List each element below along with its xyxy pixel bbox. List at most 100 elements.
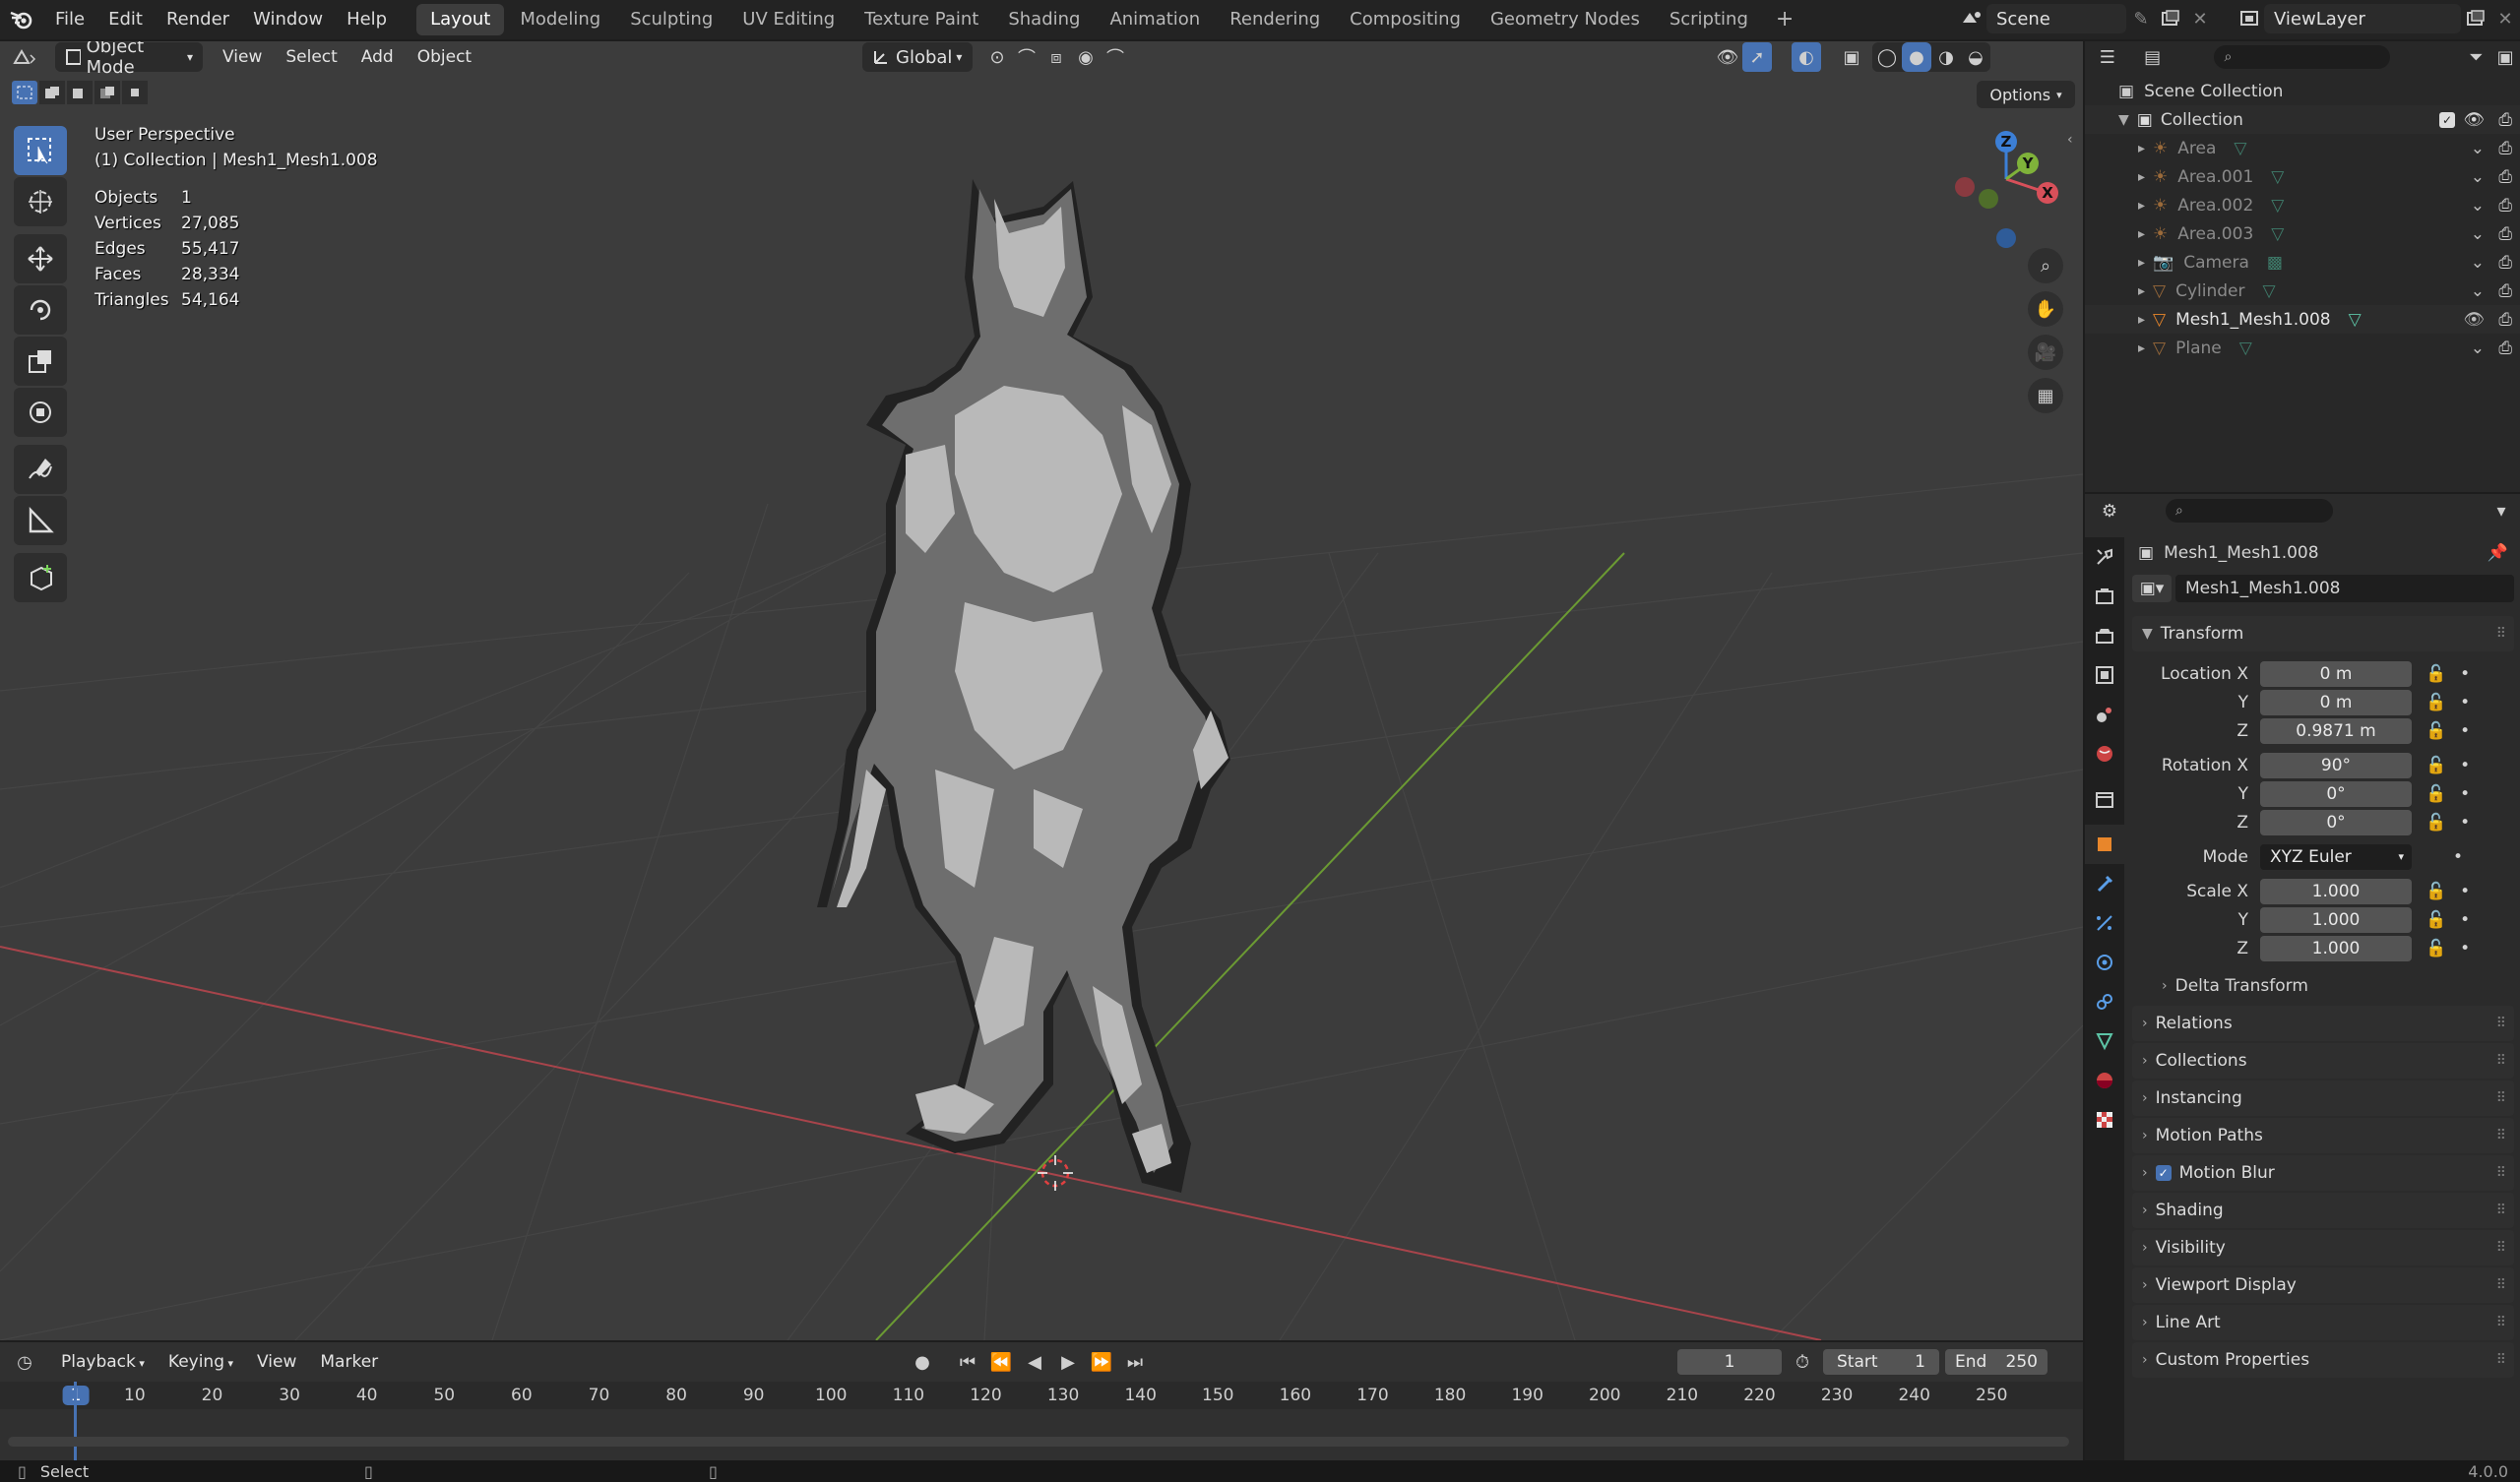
new-view-layer-icon[interactable] <box>2461 4 2490 33</box>
motion-blur-checkbox[interactable]: ✓ <box>2155 1165 2172 1181</box>
preview-range-icon[interactable]: ⏱ <box>1788 1347 1817 1377</box>
physics-tab-icon[interactable] <box>2085 943 2124 982</box>
viewport-menu-select[interactable]: Select <box>274 47 348 67</box>
object-data-icon[interactable]: ▽ <box>2271 196 2284 216</box>
delete-scene-icon[interactable]: ✕ <box>2185 4 2215 33</box>
tab-compositing[interactable]: Compositing <box>1336 4 1475 35</box>
mode-selector[interactable]: Object Mode ▾ <box>55 41 203 78</box>
expand-arrow-icon[interactable]: ▸ <box>2138 283 2145 299</box>
outliner-editor-type-icon[interactable]: ☰ <box>2085 42 2130 72</box>
play-reverse-icon[interactable]: ◀ <box>1020 1347 1049 1377</box>
next-keyframe-icon[interactable]: ⏩ <box>1087 1347 1116 1377</box>
object-data-icon[interactable]: ▽ <box>2239 339 2252 358</box>
current-frame-field[interactable]: 1 <box>1677 1349 1782 1375</box>
select-subtract-icon[interactable] <box>67 81 93 104</box>
expand-arrow-icon[interactable]: ▸ <box>2138 169 2145 185</box>
properties-search-input[interactable]: ⌕ <box>2166 499 2333 523</box>
drag-grip-icon[interactable]: ⠿ <box>2496 1128 2506 1143</box>
lock-location-z-icon[interactable]: 🔓 <box>2426 721 2446 741</box>
properties-editor-type-icon[interactable]: ⚙ <box>2085 496 2134 525</box>
menu-edit[interactable]: Edit <box>96 0 155 39</box>
play-icon[interactable]: ▶ <box>1053 1347 1083 1377</box>
keyframe-location-y-icon[interactable]: • <box>2460 693 2470 712</box>
drag-grip-icon[interactable]: ⠿ <box>2496 1016 2506 1031</box>
visibility-icon[interactable]: ⌄ <box>2471 196 2485 216</box>
add-workspace-button[interactable]: + <box>1762 4 1807 35</box>
outliner-item[interactable]: ▸ ▽ Plane ▽ ⌄ ⎙ <box>2085 334 2520 362</box>
object-data-icon[interactable]: ▩ <box>2267 253 2283 273</box>
measure-tool[interactable] <box>14 496 67 545</box>
collection-visibility-icon[interactable]: 👁 <box>2463 110 2485 130</box>
lock-scale-x-icon[interactable]: 🔓 <box>2426 882 2446 901</box>
navigation-gizmo[interactable]: Z Y X <box>1939 122 2067 250</box>
location-z-field[interactable]: 0.9871 m <box>2260 717 2412 744</box>
panel-custom-properties[interactable]: › Custom Properties ⠿ <box>2132 1342 2514 1378</box>
keyframe-location-x-icon[interactable]: • <box>2460 664 2470 684</box>
expand-arrow-icon[interactable]: ▸ <box>2138 340 2145 356</box>
visibility-icon[interactable]: ⌄ <box>2471 224 2485 244</box>
add-cube-tool[interactable] <box>14 553 67 602</box>
keyframe-rotation-z-icon[interactable]: • <box>2460 813 2470 833</box>
tab-texture-paint[interactable]: Texture Paint <box>850 4 992 35</box>
outliner-item[interactable]: ▸ ☀ Area.003 ▽ ⌄ ⎙ <box>2085 219 2520 248</box>
display-mode-icon[interactable]: ▤ <box>2130 42 2175 72</box>
viewport-menu-view[interactable]: View <box>211 47 274 67</box>
select-extend-icon[interactable] <box>39 81 65 104</box>
keyframe-scale-z-icon[interactable]: • <box>2460 939 2470 958</box>
orientation-selector[interactable]: Global ▾ <box>862 42 973 72</box>
output-tab-icon[interactable] <box>2085 616 2124 655</box>
tab-rendering[interactable]: Rendering <box>1216 4 1334 35</box>
rotation-mode-dropdown[interactable]: XYZ Euler ▾ <box>2260 843 2412 870</box>
tool-tab-icon[interactable] <box>2085 537 2124 577</box>
render-camera-icon[interactable]: ⎙ <box>2498 253 2512 273</box>
pin-properties-icon[interactable]: 📌 <box>2488 543 2508 563</box>
timeline-menu-view[interactable]: View <box>245 1352 308 1372</box>
keyframe-rotation-y-icon[interactable]: • <box>2460 784 2470 804</box>
collection-expand-icon[interactable]: ▼ <box>2118 112 2129 128</box>
render-camera-icon[interactable]: ⎙ <box>2498 167 2512 187</box>
particles-tab-icon[interactable] <box>2085 903 2124 943</box>
view-layer-selector[interactable]: ViewLayer <box>2264 4 2461 33</box>
collection-checkbox[interactable]: ✓ <box>2439 111 2455 128</box>
options-dropdown[interactable]: Options ▾ <box>1977 81 2075 108</box>
material-shading-icon[interactable]: ◑ <box>1931 42 1961 72</box>
pivot-point-icon[interactable]: ⊙ <box>982 42 1012 72</box>
snap-target-icon[interactable]: ⧈ <box>1041 42 1071 72</box>
blender-logo-icon[interactable] <box>0 5 43 34</box>
material-tab-icon[interactable] <box>2085 1061 2124 1100</box>
rotation-y-field[interactable]: 0° <box>2260 780 2412 807</box>
lock-scale-y-icon[interactable]: 🔓 <box>2426 910 2446 930</box>
lock-rotation-z-icon[interactable]: 🔓 <box>2426 813 2446 833</box>
object-type-dropdown[interactable]: ▣▾ <box>2132 575 2172 602</box>
view-layer-tab-icon[interactable] <box>2085 655 2124 695</box>
render-camera-icon[interactable]: ⎙ <box>2498 224 2512 244</box>
panel-instancing[interactable]: › Instancing ⠿ <box>2132 1081 2514 1116</box>
drag-grip-icon[interactable]: ⠿ <box>2496 1090 2506 1106</box>
modifier-tab-icon[interactable] <box>2085 864 2124 903</box>
end-frame-field[interactable]: End 250 <box>1945 1349 2048 1375</box>
snap-icon[interactable]: ⌒ <box>1012 42 1041 72</box>
drag-grip-icon[interactable]: ⠿ <box>2496 1203 2506 1218</box>
gizmo-toggle-icon[interactable]: ➚ <box>1742 42 1772 72</box>
start-frame-field[interactable]: Start 1 <box>1823 1349 1939 1375</box>
expand-arrow-icon[interactable]: ▸ <box>2138 312 2145 328</box>
new-scene-icon[interactable] <box>2156 4 2185 33</box>
delete-view-layer-icon[interactable]: ✕ <box>2490 4 2520 33</box>
outliner-search-input[interactable]: ⌕ <box>2214 45 2391 69</box>
scene-collection-row[interactable]: ▣ Scene Collection <box>2085 77 2520 105</box>
scale-z-field[interactable]: 1.000 <box>2260 935 2412 961</box>
select-intersect-icon[interactable] <box>122 81 148 104</box>
rotate-tool[interactable] <box>14 285 67 335</box>
lock-scale-z-icon[interactable]: 🔓 <box>2426 939 2446 958</box>
render-camera-icon[interactable]: ⎙ <box>2498 281 2512 301</box>
object-data-icon[interactable]: ▽ <box>2271 224 2284 244</box>
outliner-item[interactable]: ▸ ▽ Cylinder ▽ ⌄ ⎙ <box>2085 277 2520 305</box>
timeline-scrollbar[interactable] <box>8 1437 2069 1447</box>
scale-y-field[interactable]: 1.000 <box>2260 906 2412 933</box>
view-layer-icon[interactable] <box>2235 4 2264 33</box>
select-box-tool[interactable] <box>14 126 67 175</box>
tab-animation[interactable]: Animation <box>1096 4 1214 35</box>
rendered-shading-icon[interactable]: ◒ <box>1961 42 1990 72</box>
camera-view-icon[interactable]: 🎥 <box>2028 335 2063 370</box>
3d-viewport[interactable]: Object Mode ▾ View Select Add Object Global ▾… <box>0 41 2083 1340</box>
